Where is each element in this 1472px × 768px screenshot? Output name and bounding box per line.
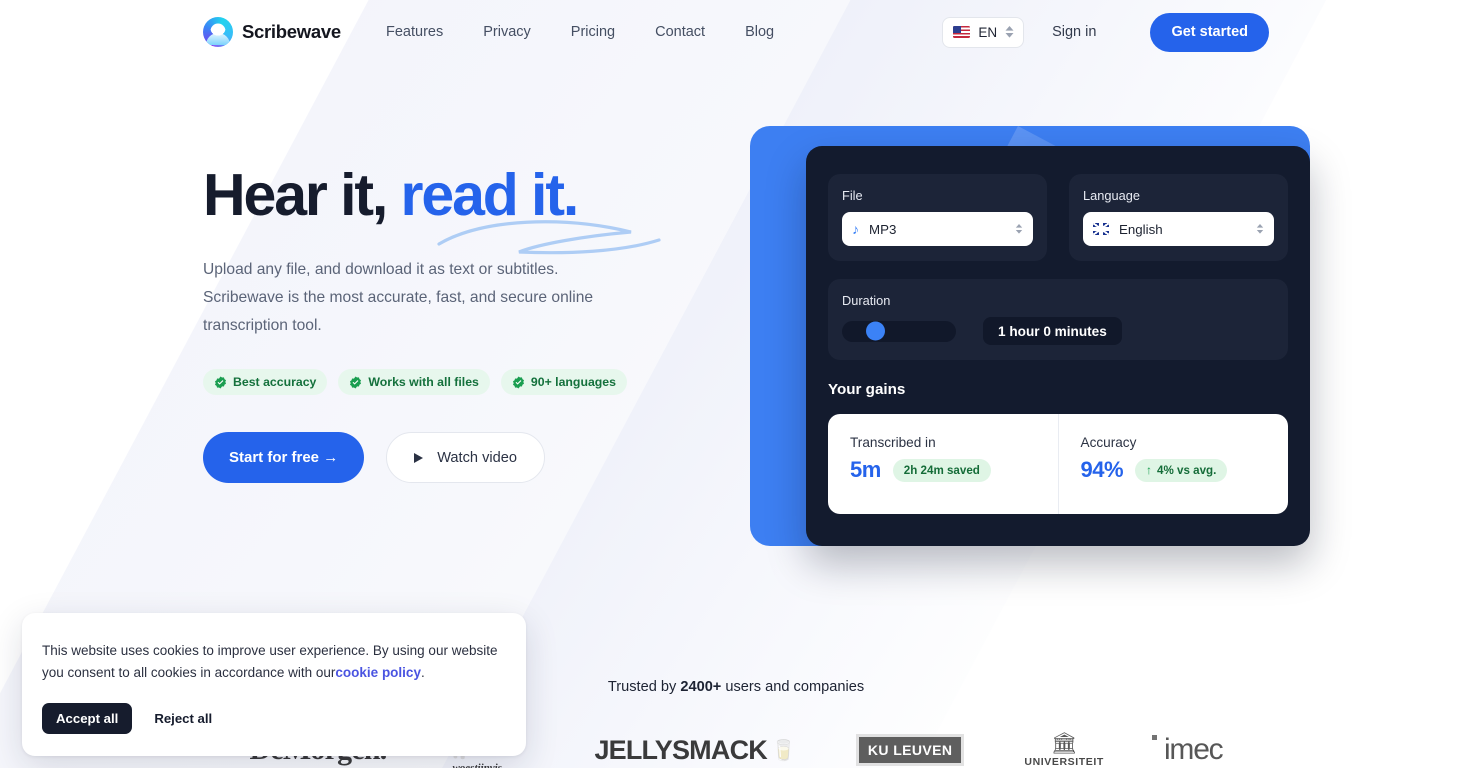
hero-content: Hear it, read it. Upload any file, and d… <box>203 166 673 483</box>
watch-video-button[interactable]: Watch video <box>386 432 545 483</box>
transcription-widget: File ♪ MP3 Language English Duration 1 h… <box>806 146 1310 546</box>
nav-item-features[interactable]: Features <box>386 24 443 40</box>
brand-name: Scribewave <box>242 21 341 42</box>
gain-label: Transcribed in <box>850 435 936 450</box>
badge-label: Works with all files <box>368 375 479 389</box>
imec-label: imec <box>1163 733 1224 766</box>
gain-pill-saved: 2h 24m saved <box>892 458 991 482</box>
site-header: Scribewave Features Privacy Pricing Cont… <box>0 0 1472 64</box>
logo-universiteit: 🏛 UNIVERSITEIT <box>1024 730 1104 768</box>
cookie-text: This website uses cookies to improve use… <box>42 640 500 683</box>
brand-logo-link[interactable]: Scribewave <box>203 17 341 47</box>
chevron-updown-icon <box>1256 224 1264 234</box>
jellyfish-icon: 🥛 <box>770 739 796 762</box>
check-badge-icon <box>350 375 362 389</box>
imec-logo-icon: imec <box>1151 733 1224 767</box>
language-selector[interactable]: EN <box>942 16 1025 48</box>
universiteit-label: UNIVERSITEIT <box>1024 755 1104 768</box>
gains-card: Transcribed in 5m 2h 24m saved Accuracy … <box>828 414 1288 514</box>
gain-accuracy: Accuracy 94% ↑ 4% vs avg. <box>1057 414 1289 514</box>
gain-pill-label: 2h 24m saved <box>903 463 980 477</box>
badge-label: 90+ languages <box>530 375 616 389</box>
trusted-count: 2400+ <box>680 679 722 695</box>
hero-title-dark: Hear it, <box>203 162 388 228</box>
widget-selectors-row: File ♪ MP3 Language English <box>828 174 1288 261</box>
flag-us-icon <box>953 26 971 38</box>
logo-ku-leuven: KU LEUVEN <box>855 730 965 768</box>
gain-value-row: 5m 2h 24m saved <box>850 457 1058 483</box>
sign-in-link[interactable]: Sign in <box>1052 24 1096 40</box>
nav-item-blog[interactable]: Blog <box>745 24 774 40</box>
language-select[interactable]: English <box>1083 212 1274 246</box>
logo-imec: imec <box>1151 730 1224 768</box>
landing-page: Scribewave Features Privacy Pricing Cont… <box>0 0 1472 768</box>
page-title: Hear it, read it. <box>203 166 673 255</box>
check-badge-icon <box>214 375 227 389</box>
badge-best-accuracy: Best accuracy <box>203 369 328 395</box>
feature-badges: Best accuracy Works with all files 90+ l… <box>203 369 673 395</box>
check-badge-icon <box>512 375 524 389</box>
gain-value-row: 94% ↑ 4% vs avg. <box>1081 457 1289 483</box>
classical-building-icon: 🏛 <box>1050 731 1078 755</box>
cookie-actions: Accept all Reject all <box>42 703 500 734</box>
gain-label: Accuracy <box>1080 435 1137 450</box>
file-select[interactable]: ♪ MP3 <box>842 212 1033 246</box>
file-select-value: MP3 <box>869 221 897 237</box>
get-started-button[interactable]: Get started <box>1150 12 1269 52</box>
language-select-value: English <box>1119 221 1163 237</box>
start-for-free-button[interactable]: Start for free → <box>203 432 365 483</box>
logo-jellysmack: JELLYSMACK 🥛 <box>594 730 795 768</box>
duration-slider[interactable] <box>842 320 956 342</box>
cookie-text-after: . <box>420 664 425 680</box>
chevron-updown-icon <box>1005 26 1014 38</box>
duration-label: Duration <box>842 293 891 308</box>
woestijnvis-caption: woestijnvis <box>452 762 502 768</box>
hero-subtitle: Upload any file, and download it as text… <box>203 261 594 334</box>
gains-title: Your gains <box>828 381 906 398</box>
file-panel: File ♪ MP3 <box>828 174 1047 261</box>
file-label: File <box>842 188 863 203</box>
hero-title-accent: read it. <box>400 162 580 228</box>
nav-item-contact[interactable]: Contact <box>655 24 705 40</box>
cookie-text-before: This website uses cookies to improve use… <box>42 643 498 680</box>
language-panel: Language English <box>1069 174 1288 261</box>
chevron-updown-icon <box>1015 224 1023 234</box>
music-note-icon: ♪ <box>852 221 859 237</box>
badge-works-with-all-files: Works with all files <box>338 369 490 395</box>
jellysmack-logo-icon: JELLYSMACK <box>594 734 767 765</box>
duration-panel: Duration 1 hour 0 minutes <box>828 279 1288 360</box>
arrow-up-icon: ↑ <box>1146 463 1153 477</box>
cookie-consent-banner: This website uses cookies to improve use… <box>22 613 526 756</box>
flag-uk-icon <box>1093 223 1109 235</box>
universiteit-logo-icon: 🏛 UNIVERSITEIT <box>1024 733 1104 768</box>
gain-pill-vs-avg: ↑ 4% vs avg. <box>1135 458 1228 482</box>
hero-cta-row: Start for free → Watch video <box>203 432 673 483</box>
language-code: EN <box>978 24 998 40</box>
reject-all-button[interactable]: Reject all <box>154 711 212 726</box>
gain-transcribed-in: Transcribed in 5m 2h 24m saved <box>828 414 1058 514</box>
duration-slider-thumb[interactable] <box>866 321 885 341</box>
nav-item-privacy[interactable]: Privacy <box>483 24 531 40</box>
nav-item-pricing[interactable]: Pricing <box>571 24 615 40</box>
badge-90-plus-languages: 90+ languages <box>500 369 627 395</box>
primary-nav: Features Privacy Pricing Contact Blog <box>386 0 774 64</box>
ku-leuven-logo-icon: KU LEUVEN <box>855 734 965 766</box>
duration-value: 1 hour 0 minutes <box>983 317 1122 345</box>
badge-label: Best accuracy <box>233 375 317 389</box>
play-icon <box>414 452 424 463</box>
trusted-prefix: Trusted by <box>607 679 681 695</box>
accept-all-button[interactable]: Accept all <box>42 703 133 734</box>
header-actions: EN Sign in Get started <box>942 0 1269 64</box>
duration-controls: 1 hour 0 minutes <box>842 317 1274 345</box>
scribewave-wave-logo-icon <box>203 17 233 47</box>
language-label: Language <box>1083 188 1140 203</box>
gain-pill-label: 4% vs avg. <box>1157 463 1217 477</box>
trusted-suffix: users and companies <box>721 679 865 695</box>
imec-dot <box>1151 735 1157 740</box>
watch-video-label: Watch video <box>437 449 517 466</box>
gain-value: 94% <box>1080 457 1124 482</box>
gain-value: 5m <box>850 457 881 482</box>
cookie-policy-link[interactable]: cookie policy <box>335 665 421 680</box>
